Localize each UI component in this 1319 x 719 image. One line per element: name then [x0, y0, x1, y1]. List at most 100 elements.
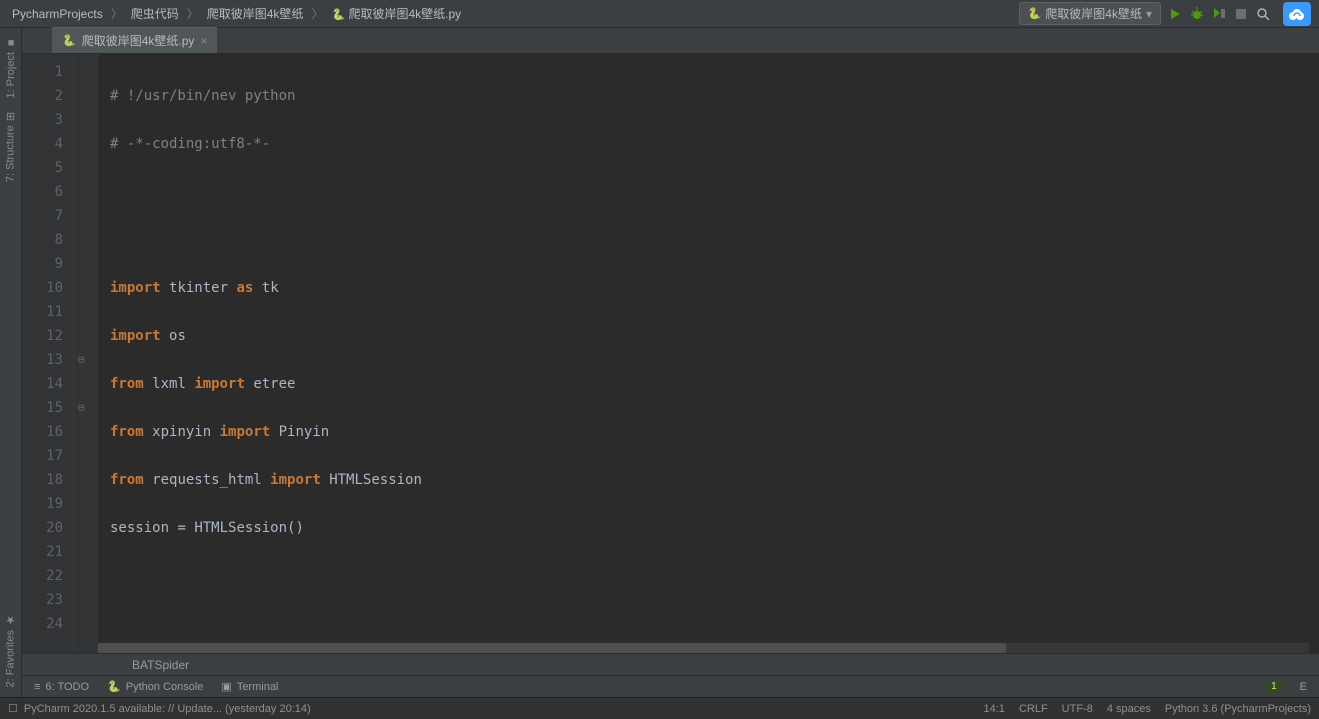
- caret-position[interactable]: 14:1: [984, 703, 1005, 715]
- line-number[interactable]: 22: [26, 564, 63, 588]
- editor-main: 🐍 爬取彼岸图4k壁纸.py × 1 2 3 4 5 6 7 8 9 10 11…: [22, 28, 1319, 675]
- run-button[interactable]: [1167, 6, 1183, 22]
- fold-toggle-icon[interactable]: [74, 396, 97, 420]
- code-text: import: [194, 376, 245, 392]
- line-number[interactable]: 9: [26, 252, 63, 276]
- run-config-selector[interactable]: 🐍 爬取彼岸图4k壁纸 ▾: [1019, 2, 1161, 25]
- line-number[interactable]: 6: [26, 180, 63, 204]
- code-text: requests_html: [152, 472, 262, 488]
- run-config-label: 爬取彼岸图4k壁纸: [1045, 5, 1142, 22]
- line-number[interactable]: 17: [26, 444, 63, 468]
- file-tab[interactable]: 🐍 爬取彼岸图4k壁纸.py ×: [52, 27, 217, 53]
- code-text: from: [110, 424, 144, 440]
- code-text: session: [110, 520, 169, 536]
- code-text: # !/usr/bin/nev python: [110, 88, 295, 104]
- line-number[interactable]: 8: [26, 228, 63, 252]
- line-number[interactable]: 11: [26, 300, 63, 324]
- debug-button[interactable]: [1189, 6, 1205, 22]
- code-area[interactable]: # !/usr/bin/nev python # -*-coding:utf8-…: [98, 54, 1319, 653]
- code-text: # -*-coding:utf8-*-: [110, 136, 270, 152]
- event-log-label[interactable]: E: [1300, 681, 1307, 693]
- line-number[interactable]: 2: [26, 84, 63, 108]
- fold-gutter[interactable]: [74, 54, 98, 653]
- line-number[interactable]: 21: [26, 540, 63, 564]
- file-encoding[interactable]: UTF-8: [1062, 703, 1093, 715]
- run-coverage-button[interactable]: [1211, 6, 1227, 22]
- line-number[interactable]: 15: [26, 396, 63, 420]
- terminal-label: Terminal: [237, 681, 279, 693]
- line-number[interactable]: 13: [26, 348, 63, 372]
- structure-tool-button[interactable]: 7: Structure ⊞: [4, 112, 17, 182]
- status-icon[interactable]: ☐: [8, 702, 18, 715]
- editor-breadcrumb-label: BATSpider: [132, 658, 189, 672]
- editor-breadcrumb[interactable]: BATSpider: [22, 653, 1319, 675]
- line-number[interactable]: 10: [26, 276, 63, 300]
- project-tool-button[interactable]: 1: Project ■: [5, 36, 17, 98]
- code-text: import: [110, 328, 161, 344]
- python-interpreter[interactable]: Python 3.6 (PycharmProjects): [1165, 703, 1311, 715]
- line-separator[interactable]: CRLF: [1019, 703, 1048, 715]
- line-number[interactable]: 18: [26, 468, 63, 492]
- bottom-tool-bar: ≡ 6: TODO 🐍 Python Console ▣ Terminal 1 …: [22, 675, 1319, 697]
- stop-button[interactable]: [1233, 6, 1249, 22]
- todo-label: 6: TODO: [45, 681, 89, 693]
- line-number[interactable]: 14: [26, 372, 63, 396]
- code-text: as: [236, 280, 253, 296]
- line-number[interactable]: 4: [26, 132, 63, 156]
- line-number[interactable]: 1: [26, 60, 63, 84]
- line-number[interactable]: 24: [26, 612, 63, 636]
- code-text: lxml: [152, 376, 186, 392]
- left-tool-strip: 1: Project ■ 7: Structure ⊞ 2: Favorites…: [0, 28, 22, 697]
- crumb-file[interactable]: 🐍 爬取彼岸图4k壁纸.py: [327, 3, 465, 24]
- code-text: etree: [253, 376, 295, 392]
- chevron-right-icon: 〉: [111, 5, 123, 22]
- event-log-badge[interactable]: 1: [1266, 681, 1282, 692]
- line-number[interactable]: 3: [26, 108, 63, 132]
- code-text: HTMLSession: [329, 472, 422, 488]
- line-gutter[interactable]: 1 2 3 4 5 6 7 8 9 10 11 12 13 14 15 16 1…: [22, 54, 74, 653]
- scrollbar-thumb[interactable]: [98, 643, 1006, 653]
- terminal-button[interactable]: ▣ Terminal: [221, 680, 278, 693]
- code-text: Pinyin: [279, 424, 330, 440]
- cloud-sync-icon[interactable]: [1283, 2, 1311, 26]
- code-text: import: [220, 424, 271, 440]
- favorites-tool-label: 2: Favorites: [5, 630, 17, 687]
- editor-tabs: 🐍 爬取彼岸图4k壁纸.py ×: [22, 28, 1319, 54]
- code-text: tkinter: [169, 280, 228, 296]
- todo-tool-button[interactable]: ≡ 6: TODO: [34, 681, 89, 693]
- favorites-tool-button[interactable]: 2: Favorites ★: [4, 613, 17, 687]
- search-everywhere-button[interactable]: [1255, 6, 1271, 22]
- code-text: import: [110, 280, 161, 296]
- code-text: =: [169, 520, 194, 536]
- nav-right: 🐍 爬取彼岸图4k壁纸 ▾: [1019, 2, 1311, 26]
- indent-settings[interactable]: 4 spaces: [1107, 703, 1151, 715]
- line-number[interactable]: 5: [26, 156, 63, 180]
- line-number[interactable]: 23: [26, 588, 63, 612]
- nav-bar: PycharmProjects 〉 爬虫代码 〉 爬取彼岸图4k壁纸 〉 🐍 爬…: [0, 0, 1319, 28]
- code-editor[interactable]: 1 2 3 4 5 6 7 8 9 10 11 12 13 14 15 16 1…: [22, 54, 1319, 653]
- status-bar: ☐ PyCharm 2020.1.5 available: // Update.…: [0, 697, 1319, 719]
- python-console-button[interactable]: 🐍 Python Console: [107, 680, 203, 693]
- horizontal-scrollbar[interactable]: [98, 643, 1309, 653]
- line-number[interactable]: 7: [26, 204, 63, 228]
- code-text: from: [110, 472, 144, 488]
- crumb-folder-1[interactable]: 爬虫代码: [127, 3, 183, 24]
- close-tab-icon[interactable]: ×: [200, 34, 207, 48]
- line-number[interactable]: 20: [26, 516, 63, 540]
- code-text: xpinyin: [152, 424, 211, 440]
- code-text: tk: [262, 280, 279, 296]
- structure-tool-label: 7: Structure: [5, 126, 17, 183]
- line-number[interactable]: 19: [26, 492, 63, 516]
- update-notification[interactable]: PyCharm 2020.1.5 available: // Update...…: [24, 703, 311, 715]
- fold-toggle-icon[interactable]: [74, 348, 97, 372]
- python-file-icon: 🐍: [62, 34, 76, 47]
- crumb-folder-2[interactable]: 爬取彼岸图4k壁纸: [203, 3, 308, 24]
- breadcrumbs: PycharmProjects 〉 爬虫代码 〉 爬取彼岸图4k壁纸 〉 🐍 爬…: [8, 3, 465, 24]
- crumb-root[interactable]: PycharmProjects: [8, 5, 107, 23]
- code-text: from: [110, 376, 144, 392]
- code-text: import: [270, 472, 321, 488]
- chevron-right-icon: 〉: [311, 5, 323, 22]
- line-number[interactable]: 16: [26, 420, 63, 444]
- crumb-file-label: 爬取彼岸图4k壁纸.py: [349, 7, 462, 21]
- line-number[interactable]: 12: [26, 324, 63, 348]
